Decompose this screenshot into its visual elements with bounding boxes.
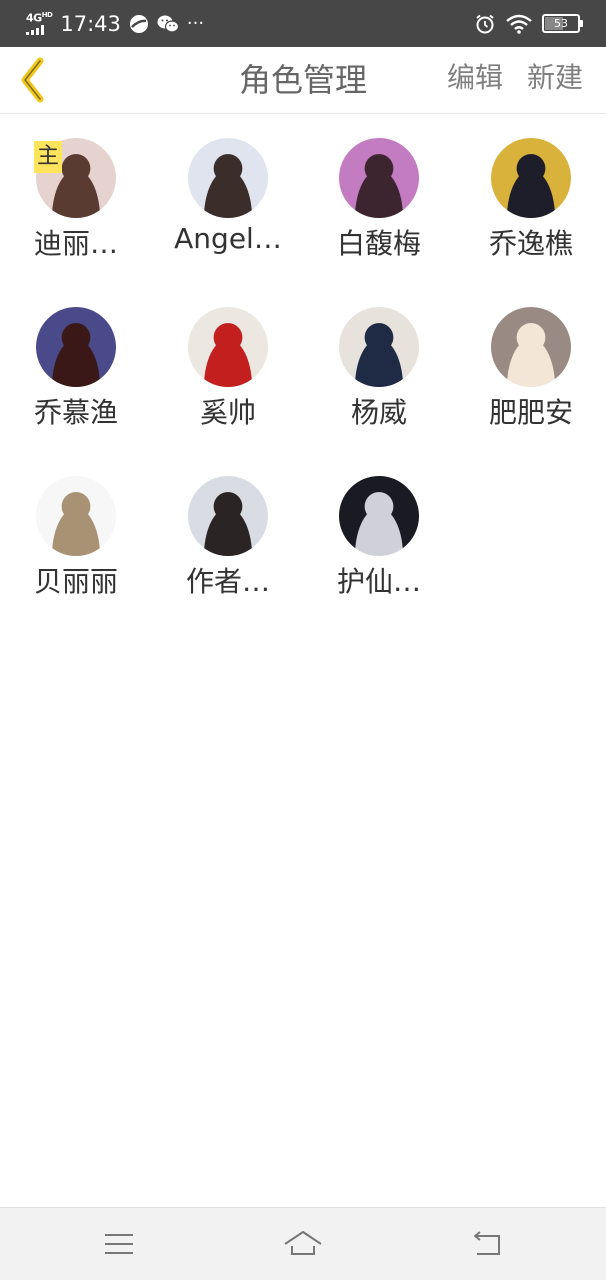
more-notifications-indicator: ··· bbox=[186, 13, 205, 34]
role-avatar bbox=[188, 307, 268, 387]
role-name: 作者… bbox=[185, 565, 270, 598]
browser-icon bbox=[129, 14, 148, 33]
page-title: 角色管理 bbox=[238, 61, 367, 99]
menu-button[interactable] bbox=[99, 1224, 139, 1264]
main-role-badge: 主 bbox=[34, 141, 62, 173]
role-card[interactable]: 肥肥安 bbox=[455, 293, 606, 443]
role-avatar bbox=[188, 138, 268, 218]
role-card[interactable]: 乔逸樵 bbox=[455, 124, 606, 274]
wifi-icon bbox=[506, 14, 532, 34]
role-avatar bbox=[188, 476, 268, 556]
role-card[interactable]: Angel… bbox=[152, 124, 304, 274]
role-card[interactable]: 白馥梅 bbox=[303, 124, 455, 274]
home-icon bbox=[284, 1231, 322, 1255]
chevron-left-icon bbox=[21, 57, 44, 103]
role-avatar bbox=[36, 307, 116, 387]
status-time: 17:43 bbox=[60, 11, 121, 36]
role-name: 奚帅 bbox=[199, 396, 256, 429]
role-avatar bbox=[339, 307, 419, 387]
menu-icon bbox=[105, 1234, 133, 1254]
role-avatar bbox=[491, 307, 571, 387]
role-name: 乔逸樵 bbox=[488, 227, 573, 260]
role-avatar bbox=[339, 138, 419, 218]
role-name: 杨威 bbox=[350, 396, 407, 429]
role-card[interactable]: 杨威 bbox=[303, 293, 455, 443]
role-name: 肥肥安 bbox=[488, 396, 573, 429]
role-card[interactable]: 主迪丽… bbox=[0, 124, 152, 274]
wechat-icon bbox=[157, 15, 179, 33]
role-card[interactable]: 奚帅 bbox=[152, 293, 304, 443]
battery-icon: 53 bbox=[542, 14, 583, 33]
status-left: 4GHD 17:43 ··· bbox=[26, 0, 204, 47]
new-role-button[interactable]: 新建 bbox=[527, 47, 583, 113]
return-icon bbox=[474, 1231, 500, 1255]
status-right: 53 bbox=[474, 0, 583, 47]
app-header: 角色管理 编辑 新建 bbox=[0, 47, 606, 114]
network-type: 4GHD bbox=[26, 11, 53, 25]
role-card[interactable]: 贝丽丽 bbox=[0, 462, 152, 612]
role-name: Angel… bbox=[174, 222, 282, 255]
role-name: 白馥梅 bbox=[336, 227, 421, 260]
edit-button[interactable]: 编辑 bbox=[447, 47, 503, 113]
role-avatar bbox=[36, 476, 116, 556]
role-card[interactable]: 作者… bbox=[152, 462, 304, 612]
role-name: 护仙… bbox=[336, 565, 421, 598]
role-card[interactable]: 乔慕渔 bbox=[0, 293, 152, 443]
battery-percent: 53 bbox=[554, 17, 568, 30]
back-button[interactable] bbox=[14, 55, 54, 105]
system-nav-bar bbox=[0, 1207, 606, 1280]
alarm-icon bbox=[476, 14, 494, 33]
role-name: 迪丽… bbox=[33, 227, 118, 260]
role-card[interactable]: 护仙… bbox=[303, 462, 455, 612]
role-avatar bbox=[339, 476, 419, 556]
back-nav-button[interactable] bbox=[467, 1224, 507, 1264]
signal-indicator: 4GHD bbox=[26, 11, 53, 35]
role-name: 乔慕渔 bbox=[33, 396, 118, 429]
signal-bars-icon bbox=[26, 24, 44, 35]
home-button[interactable] bbox=[283, 1224, 323, 1264]
role-avatar bbox=[491, 138, 571, 218]
status-bar: 4GHD 17:43 ··· 53 bbox=[0, 0, 606, 47]
role-name: 贝丽丽 bbox=[33, 565, 118, 598]
